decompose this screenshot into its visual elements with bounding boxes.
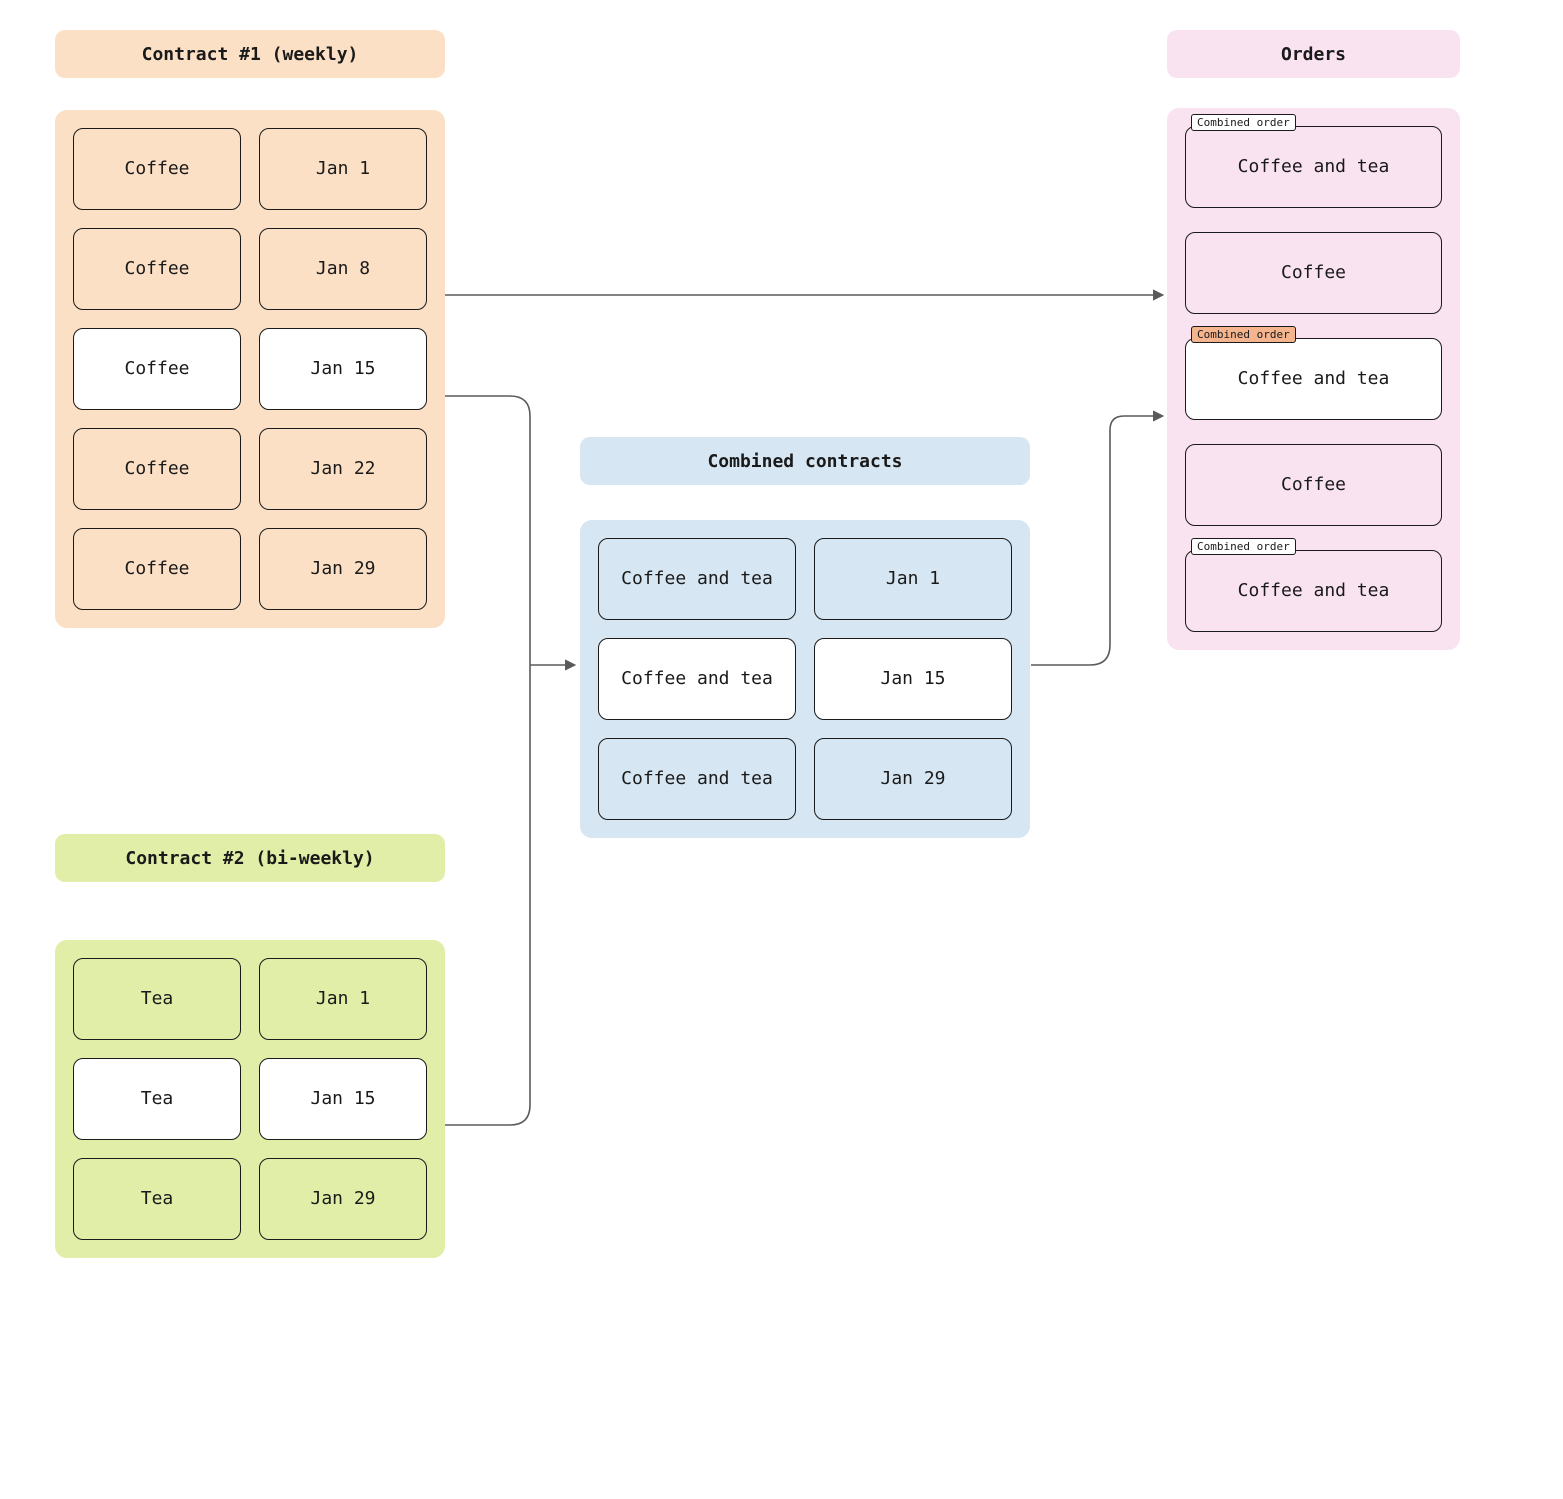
contract2-header: Contract #2 (bi-weekly) <box>55 834 445 882</box>
order-item: Coffee <box>1185 232 1442 314</box>
contract2-grid-date: Jan 29 <box>259 1158 427 1240</box>
order-item: Coffee and teaCombined order <box>1185 126 1442 208</box>
contract1-grid-date: Jan 1 <box>259 128 427 210</box>
combined-panel: Coffee and teaJan 1Coffee and teaJan 15C… <box>580 520 1030 838</box>
combined-grid-date: Jan 1 <box>814 538 1012 620</box>
contract1-grid-item: Coffee <box>73 428 241 510</box>
combined-grid-date: Jan 15 <box>814 638 1012 720</box>
order-item: Coffee <box>1185 444 1442 526</box>
order-cell: Coffee and tea <box>1185 338 1442 420</box>
combined-grid-item: Coffee and tea <box>598 738 796 820</box>
contract2-grid-item: Tea <box>73 1158 241 1240</box>
contract2-panel: TeaJan 1TeaJan 15TeaJan 29 <box>55 940 445 1258</box>
contract1-grid-item: Coffee <box>73 228 241 310</box>
contract1-grid-date: Jan 22 <box>259 428 427 510</box>
combined-grid-item: Coffee and tea <box>598 638 796 720</box>
contract1-grid-date: Jan 15 <box>259 328 427 410</box>
order-item: Coffee and teaCombined order <box>1185 338 1442 420</box>
combined-order-badge: Combined order <box>1191 326 1296 343</box>
contract1-panel: CoffeeJan 1CoffeeJan 8CoffeeJan 15Coffee… <box>55 110 445 628</box>
contract1-grid-item: Coffee <box>73 328 241 410</box>
combined-order-badge: Combined order <box>1191 538 1296 555</box>
order-cell: Coffee <box>1185 444 1442 526</box>
orders-header: Orders <box>1167 30 1460 78</box>
combined-grid-item: Coffee and tea <box>598 538 796 620</box>
contract1-grid-date: Jan 8 <box>259 228 427 310</box>
combined-grid-date: Jan 29 <box>814 738 1012 820</box>
order-item: Coffee and teaCombined order <box>1185 550 1442 632</box>
contract2-grid-item: Tea <box>73 958 241 1040</box>
contract1-grid-item: Coffee <box>73 128 241 210</box>
contract1-grid-item: Coffee <box>73 528 241 610</box>
orders-panel: Coffee and teaCombined orderCoffeeCoffee… <box>1167 108 1460 650</box>
contract1-grid-date: Jan 29 <box>259 528 427 610</box>
contract2-grid-date: Jan 15 <box>259 1058 427 1140</box>
contract2-grid-item: Tea <box>73 1058 241 1140</box>
order-cell: Coffee <box>1185 232 1442 314</box>
order-cell: Coffee and tea <box>1185 550 1442 632</box>
combined-header: Combined contracts <box>580 437 1030 485</box>
contract1-header: Contract #1 (weekly) <box>55 30 445 78</box>
combined-order-badge: Combined order <box>1191 114 1296 131</box>
contract2-grid-date: Jan 1 <box>259 958 427 1040</box>
order-cell: Coffee and tea <box>1185 126 1442 208</box>
